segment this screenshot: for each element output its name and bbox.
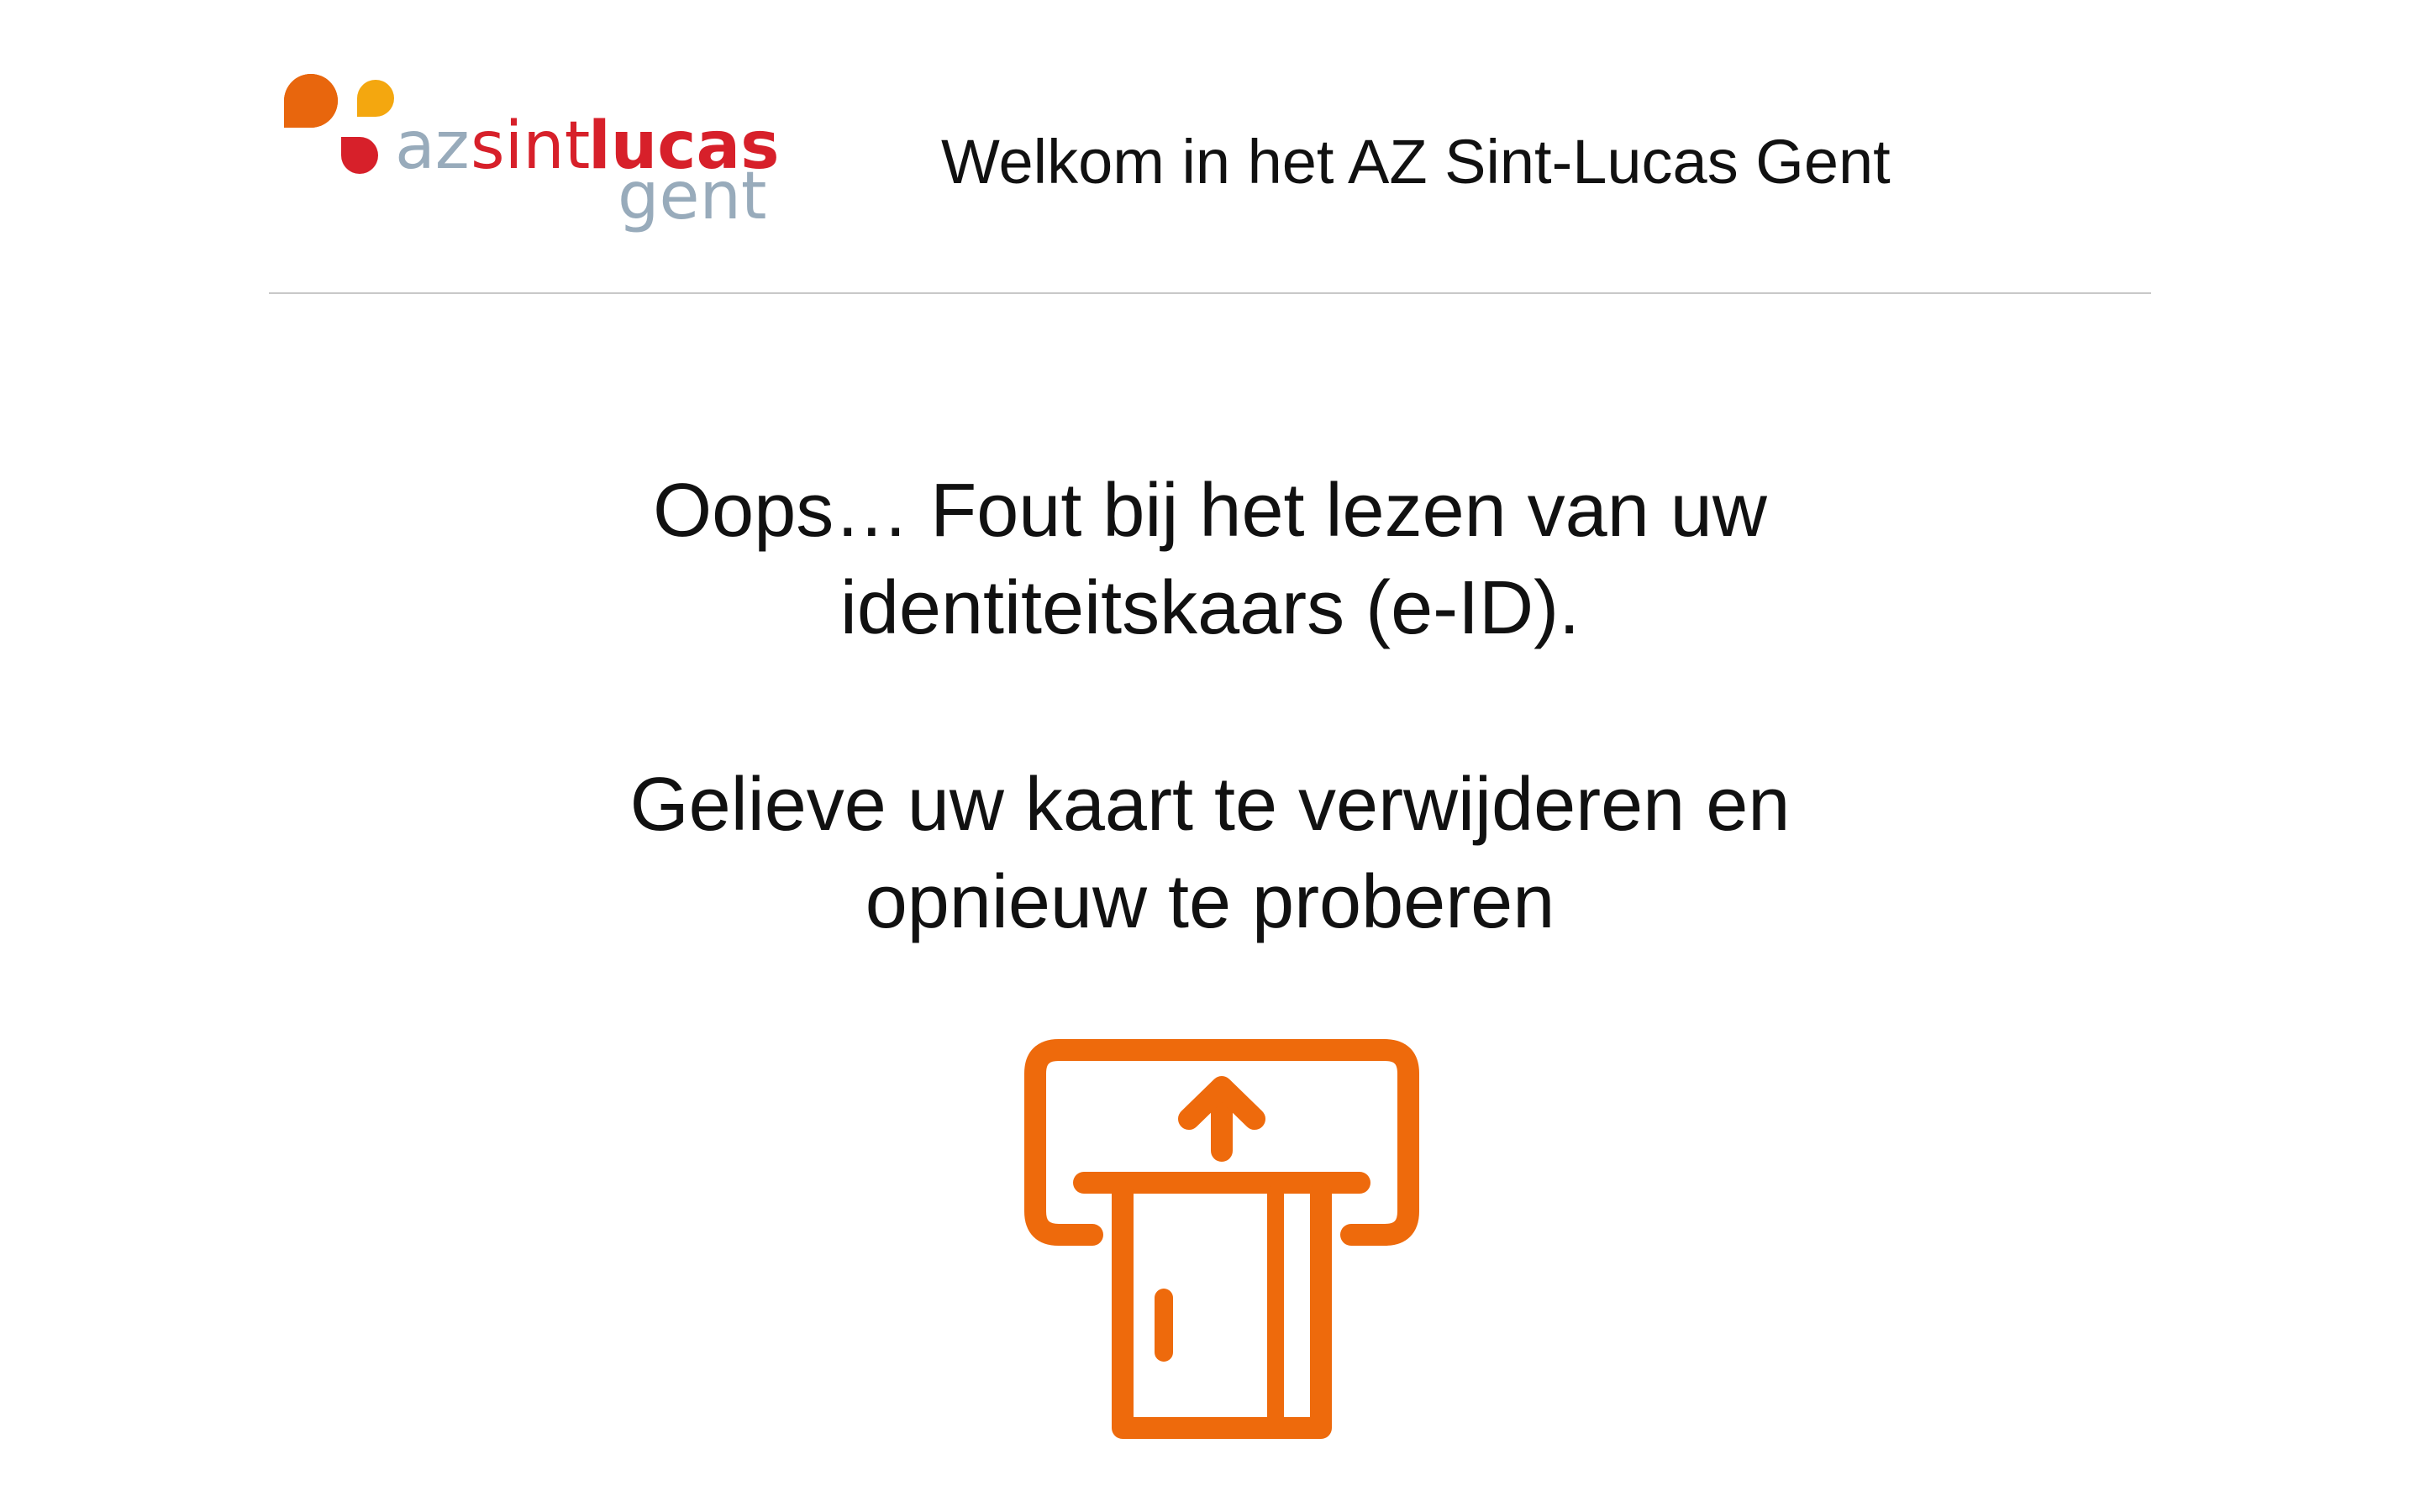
instruction-message: Gelieve uw kaart te verwijderen en opnie…: [0, 756, 2420, 951]
instruction-message-line: Gelieve uw kaart te verwijderen en: [629, 763, 1791, 847]
logo-graphic: az sint lucas gent: [284, 74, 780, 234]
logo-text-az: az: [395, 108, 470, 184]
welcome-title: Welkom in het AZ Sint-Lucas Gent: [941, 127, 1891, 197]
error-message-line: identiteitskaars (e-ID).: [839, 566, 1581, 650]
error-message: Oops… Fout bij het lezen van uw identite…: [0, 462, 2420, 657]
logo-text-gent: gent: [618, 159, 767, 234]
remove-card-icon: [1008, 1025, 1445, 1462]
instruction-message-line: opnieuw te proberen: [865, 860, 1555, 944]
hospital-logo: az sint lucas gent: [277, 67, 781, 260]
logo-text-sint: sint: [471, 108, 590, 184]
error-message-line: Oops… Fout bij het lezen van uw: [653, 469, 1767, 553]
header-divider: [269, 292, 2151, 294]
